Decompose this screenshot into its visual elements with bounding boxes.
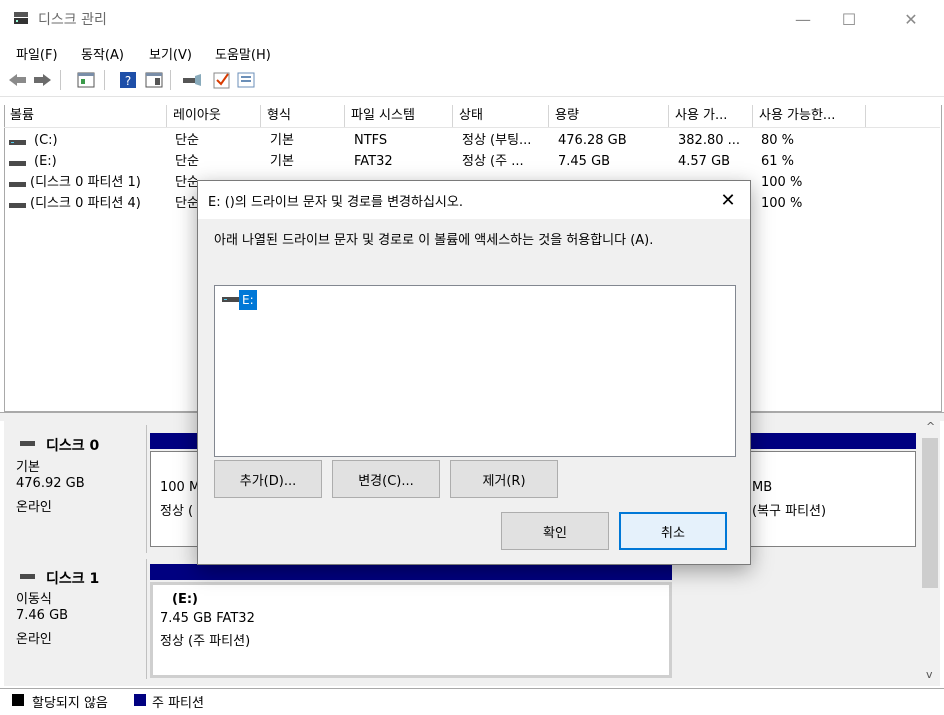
volume-filesystem: NTFS bbox=[354, 133, 388, 148]
volume-percent-free: 61 % bbox=[761, 154, 795, 169]
volume-capacity: 476.28 GB bbox=[558, 133, 627, 148]
volume-percent-free: 100 % bbox=[761, 175, 803, 190]
disk-management-icon bbox=[13, 11, 29, 25]
dialog-title: E: ()의 드라이브 문자 및 경로를 변경하십시오. bbox=[208, 195, 463, 210]
partition-status: 정상 ( bbox=[160, 504, 194, 519]
menu-help[interactable]: 도움말(H) bbox=[215, 44, 271, 63]
volume-filesystem: FAT32 bbox=[354, 154, 393, 169]
drive-icon bbox=[9, 178, 27, 187]
volume-name[interactable]: (C:) bbox=[34, 131, 58, 151]
volume-layout: 단순 bbox=[175, 133, 199, 148]
menu-view[interactable]: 보기(V) bbox=[149, 44, 192, 63]
disk-0-partition-left[interactable] bbox=[150, 451, 200, 547]
window-title: 디스크 관리 bbox=[38, 12, 107, 28]
volume-layout: 단순 bbox=[175, 196, 197, 211]
forward-arrow-icon[interactable] bbox=[32, 70, 52, 90]
dialog-description: 아래 나열된 드라이브 문자 및 경로로 이 볼륨에 액세스하는 것을 허용합니… bbox=[214, 233, 654, 248]
disk-1-size: 7.46 GB bbox=[16, 608, 69, 623]
volume-name[interactable]: (디스크 0 파티션 1) bbox=[30, 173, 141, 193]
scrollbar-thumb[interactable] bbox=[922, 438, 938, 588]
help-icon[interactable]: ? bbox=[118, 70, 138, 90]
menu-bar bbox=[0, 38, 944, 64]
drive-path-list[interactable]: E: bbox=[214, 285, 736, 457]
toolbar-separator bbox=[60, 70, 61, 90]
cancel-button[interactable]: 취소 bbox=[619, 512, 727, 550]
legend-primary: 주 파티션 bbox=[152, 696, 204, 711]
column-header-free-space[interactable]: 사용 가... bbox=[669, 105, 753, 127]
settings-list-icon[interactable] bbox=[236, 70, 256, 90]
volume-type: 기본 bbox=[270, 133, 294, 148]
drive-icon bbox=[9, 136, 27, 145]
volume-capacity: 7.45 GB bbox=[558, 154, 611, 169]
toolbar bbox=[0, 64, 944, 97]
partition-status: 정상 (주 파티션) bbox=[160, 634, 251, 649]
legend-unallocated: 할당되지 않음 bbox=[32, 696, 108, 711]
minimize-button[interactable]: — bbox=[780, 0, 826, 38]
toolbar-separator bbox=[170, 70, 171, 90]
volume-status: 정상 (부팅... bbox=[462, 133, 532, 148]
menu-action[interactable]: 동작(A) bbox=[81, 44, 124, 63]
drive-icon bbox=[222, 294, 240, 304]
menu-file[interactable]: 파일(F) bbox=[16, 44, 58, 63]
scroll-up-icon[interactable]: ^ bbox=[926, 420, 935, 433]
volume-free-space: 382.80 ... bbox=[678, 133, 741, 148]
disk-1-partition-bar bbox=[150, 564, 672, 580]
volume-percent-free: 80 % bbox=[761, 133, 795, 148]
change-button[interactable]: 변경(C)... bbox=[332, 460, 440, 498]
maximize-button[interactable]: ☐ bbox=[826, 0, 872, 38]
toolbar-separator bbox=[104, 70, 105, 90]
partition-size: 100 M bbox=[160, 480, 201, 495]
add-button[interactable]: 추가(D)... bbox=[214, 460, 322, 498]
checklist-icon[interactable] bbox=[212, 70, 232, 90]
disk-0-size: 476.92 GB bbox=[16, 476, 85, 491]
disk-1-state: 온라인 bbox=[16, 632, 52, 647]
disk-1-kind: 이동식 bbox=[16, 592, 52, 607]
change-drive-letter-dialog: E: ()의 드라이브 문자 및 경로를 변경하십시오. ✕ 아래 나열된 드라… bbox=[197, 180, 751, 565]
column-header-layout[interactable]: 레이아웃 bbox=[167, 105, 261, 127]
rescan-disk-icon[interactable] bbox=[182, 70, 202, 90]
column-header-capacity[interactable]: 용량 bbox=[549, 105, 669, 127]
drive-path-item[interactable]: E: bbox=[239, 290, 257, 310]
disk-icon bbox=[20, 437, 36, 446]
disk-icon bbox=[20, 570, 36, 579]
unallocated-swatch bbox=[12, 694, 24, 706]
volume-name[interactable]: (디스크 0 파티션 4) bbox=[30, 194, 141, 214]
volume-name[interactable]: (E:) bbox=[34, 152, 57, 172]
drive-icon bbox=[9, 199, 27, 208]
properties-pane-icon[interactable] bbox=[144, 70, 164, 90]
column-header-volume[interactable]: 볼륨 bbox=[4, 105, 167, 127]
volume-layout: 단순 bbox=[175, 175, 197, 190]
volume-percent-free: 100 % bbox=[761, 196, 803, 211]
disk-list-icon[interactable] bbox=[76, 70, 96, 90]
volume-status: 정상 (주 ... bbox=[462, 154, 524, 169]
close-button[interactable]: ✕ bbox=[888, 0, 934, 38]
drive-icon bbox=[9, 157, 27, 166]
column-header-type[interactable]: 형식 bbox=[261, 105, 345, 127]
volume-free-space: 4.57 GB bbox=[678, 154, 731, 169]
remove-button[interactable]: 제거(R) bbox=[450, 460, 558, 498]
partition-label: (E:) bbox=[172, 592, 198, 607]
primary-partition-swatch bbox=[134, 694, 146, 706]
partition-status: (복구 파티션) bbox=[752, 504, 827, 519]
volume-type: 기본 bbox=[270, 154, 294, 169]
svg-text:?: ? bbox=[125, 74, 131, 88]
ok-button[interactable]: 확인 bbox=[501, 512, 609, 550]
volume-layout: 단순 bbox=[175, 154, 199, 169]
scroll-down-icon[interactable]: v bbox=[926, 668, 933, 681]
dialog-close-button[interactable]: ✕ bbox=[710, 187, 746, 213]
partition-size: 7.45 GB FAT32 bbox=[160, 611, 255, 626]
disk-0-title: 디스크 0 bbox=[46, 438, 100, 454]
disk-1-title: 디스크 1 bbox=[46, 571, 100, 587]
partition-size: MB bbox=[752, 480, 773, 495]
column-header-filesystem[interactable]: 파일 시스템 bbox=[345, 105, 453, 127]
disk-0-partition-recovery[interactable] bbox=[748, 451, 916, 547]
back-arrow-icon[interactable] bbox=[8, 70, 28, 90]
disk-0-state: 온라인 bbox=[16, 500, 52, 515]
disk-0-kind: 기본 bbox=[16, 460, 40, 475]
column-header-status[interactable]: 상태 bbox=[453, 105, 549, 127]
column-header-percent-free[interactable]: 사용 가능한... bbox=[753, 105, 866, 127]
